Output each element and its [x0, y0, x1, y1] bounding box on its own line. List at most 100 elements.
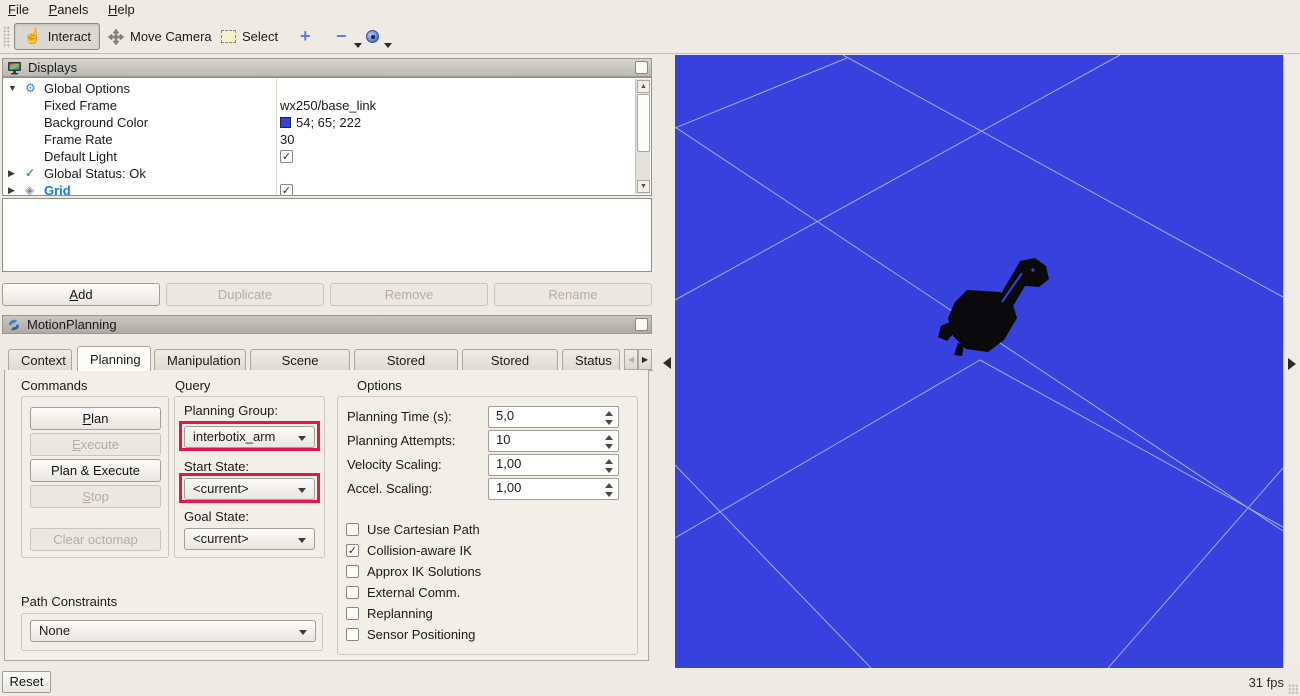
- accel-scaling-spinbox[interactable]: 1,00: [488, 478, 619, 500]
- collapse-arrow-icon[interactable]: ▶: [8, 182, 15, 196]
- tree-row-background-color[interactable]: Background Color 54; 65; 222: [3, 114, 639, 131]
- menu-panels[interactable]: Panels: [41, 0, 97, 19]
- options-group: Planning Time (s): 5,0 Planning Attempts…: [337, 396, 638, 655]
- path-constraints-value: None: [39, 623, 70, 638]
- duplicate-button[interactable]: Duplicate: [166, 283, 324, 306]
- displays-panel-header[interactable]: Displays: [2, 58, 652, 77]
- motionplanning-icon: [7, 318, 21, 332]
- fixed-frame-value[interactable]: wx250/base_link: [280, 97, 376, 114]
- displays-tree[interactable]: ▼ ⚙ Global Options Fixed Frame wx250/bas…: [2, 77, 652, 196]
- accel-scaling-value: 1,00: [496, 480, 521, 495]
- displays-panel-title: Displays: [28, 60, 77, 75]
- external-comm-option[interactable]: External Comm.: [346, 584, 460, 600]
- collapse-arrow-icon[interactable]: ▶: [8, 165, 15, 182]
- move-camera-tool-button[interactable]: Move Camera: [100, 23, 220, 50]
- displays-float-button[interactable]: [635, 61, 648, 74]
- remove-tool-button[interactable]: −: [328, 23, 355, 50]
- reset-button[interactable]: Reset: [2, 671, 51, 693]
- replanning-checkbox[interactable]: [346, 607, 359, 620]
- approx-ik-solutions-option[interactable]: Approx IK Solutions: [346, 563, 481, 579]
- planning-time-label: Planning Time (s):: [347, 409, 452, 424]
- grid-checkbox[interactable]: [280, 184, 293, 196]
- chevron-down-icon[interactable]: [384, 43, 392, 48]
- displays-description-area: [2, 198, 652, 272]
- tree-row-global-options[interactable]: ▼ ⚙ Global Options: [3, 80, 639, 97]
- 3d-viewport[interactable]: [675, 55, 1283, 668]
- stop-button[interactable]: Stop: [30, 485, 161, 508]
- approx-ik-solutions-checkbox[interactable]: [346, 565, 359, 578]
- execute-button[interactable]: Execute: [30, 433, 161, 456]
- path-constraints-dropdown[interactable]: None: [30, 620, 316, 642]
- goal-state-dropdown[interactable]: <current>: [184, 528, 315, 550]
- planning-group-value: interbotix_arm: [193, 429, 275, 444]
- checkbox-label: Approx IK Solutions: [367, 564, 481, 579]
- tab-manipulation[interactable]: Manipulation: [154, 349, 246, 371]
- tab-scroll-left-icon[interactable]: ◀: [624, 349, 638, 370]
- query-section-title: Query: [175, 378, 210, 393]
- motionplanning-float-button[interactable]: [635, 318, 648, 331]
- menu-help[interactable]: Help: [100, 0, 143, 19]
- collision-aware-ik-checkbox[interactable]: [346, 544, 359, 557]
- rename-button[interactable]: Rename: [494, 283, 652, 306]
- scroll-up-icon[interactable]: ▲: [637, 80, 650, 93]
- use-cartesian-path-option[interactable]: Use Cartesian Path: [346, 521, 480, 537]
- sensor-positioning-option[interactable]: Sensor Positioning: [346, 626, 475, 642]
- external-comm-checkbox[interactable]: [346, 586, 359, 599]
- default-light-checkbox[interactable]: [280, 150, 293, 163]
- frame-rate-value[interactable]: 30: [280, 131, 294, 148]
- tree-scrollbar[interactable]: ▲ ▼: [635, 79, 650, 194]
- plan-execute-button[interactable]: Plan & Execute: [30, 459, 161, 482]
- scroll-down-icon[interactable]: ▼: [637, 180, 650, 193]
- tree-row-frame-rate[interactable]: Frame Rate 30: [3, 131, 639, 148]
- spinner-arrows-icon[interactable]: [605, 410, 614, 426]
- tab-scene-objects[interactable]: Scene Objects: [250, 349, 350, 371]
- velocity-scaling-label: Velocity Scaling:: [347, 457, 442, 472]
- spinner-arrows-icon[interactable]: [605, 434, 614, 450]
- robot-arm-silhouette: [938, 258, 1049, 356]
- add-tool-button[interactable]: +: [292, 23, 319, 50]
- tree-row-fixed-frame[interactable]: Fixed Frame wx250/base_link: [3, 97, 639, 114]
- collision-aware-ik-option[interactable]: Collision-aware IK: [346, 542, 472, 558]
- color-swatch[interactable]: [280, 117, 291, 128]
- sensor-positioning-checkbox[interactable]: [346, 628, 359, 641]
- motionplanning-panel-title: MotionPlanning: [27, 317, 117, 332]
- velocity-scaling-spinbox[interactable]: 1,00: [488, 454, 619, 476]
- background-color-value[interactable]: 54; 65; 222: [296, 114, 361, 131]
- collapse-right-arrow[interactable]: [1288, 358, 1296, 370]
- plan-button[interactable]: Plan: [30, 407, 161, 430]
- add-button[interactable]: Add: [2, 283, 160, 306]
- expand-arrow-icon[interactable]: ▼: [8, 80, 17, 97]
- tab-stored-scenes[interactable]: Stored Scenes: [354, 349, 458, 371]
- clear-octomap-button[interactable]: Clear octomap: [30, 528, 161, 551]
- tab-scroll-right-icon[interactable]: ▶: [638, 349, 652, 370]
- planning-group-dropdown[interactable]: interbotix_arm: [184, 426, 315, 448]
- resize-grip[interactable]: [1288, 684, 1298, 694]
- planning-attempts-spinbox[interactable]: 10: [488, 430, 619, 452]
- planning-attempts-label: Planning Attempts:: [347, 433, 455, 448]
- tree-row-grid[interactable]: ▶ ◈ Grid: [3, 182, 639, 196]
- tab-stored-states[interactable]: Stored States: [462, 349, 558, 371]
- toolbar-drag-handle[interactable]: [3, 26, 10, 48]
- scrollbar-thumb[interactable]: [637, 94, 650, 152]
- tree-row-default-light[interactable]: Default Light: [3, 148, 639, 165]
- menu-file[interactable]: File: [0, 0, 37, 19]
- select-tool-button[interactable]: Select: [213, 23, 286, 50]
- remove-button[interactable]: Remove: [330, 283, 488, 306]
- motionplanning-panel-header[interactable]: MotionPlanning: [2, 315, 652, 334]
- minus-icon: −: [336, 26, 347, 47]
- start-state-dropdown[interactable]: <current>: [184, 478, 315, 500]
- tab-planning[interactable]: Planning: [77, 346, 151, 371]
- eye-icon: [366, 30, 379, 43]
- tab-status[interactable]: Status: [562, 349, 620, 371]
- visibility-tool-button[interactable]: [358, 23, 387, 50]
- use-cartesian-path-checkbox[interactable]: [346, 523, 359, 536]
- collapse-left-arrow[interactable]: [663, 357, 671, 369]
- spinner-arrows-icon[interactable]: [605, 482, 614, 498]
- interact-tool-button[interactable]: ☝ Interact: [14, 23, 100, 50]
- chevron-down-icon: [298, 538, 306, 543]
- replanning-option[interactable]: Replanning: [346, 605, 433, 621]
- tree-row-global-status[interactable]: ▶ ✓ Global Status: Ok: [3, 165, 639, 182]
- planning-time-spinbox[interactable]: 5,0: [488, 406, 619, 428]
- tab-context[interactable]: Context: [8, 349, 72, 371]
- spinner-arrows-icon[interactable]: [605, 458, 614, 474]
